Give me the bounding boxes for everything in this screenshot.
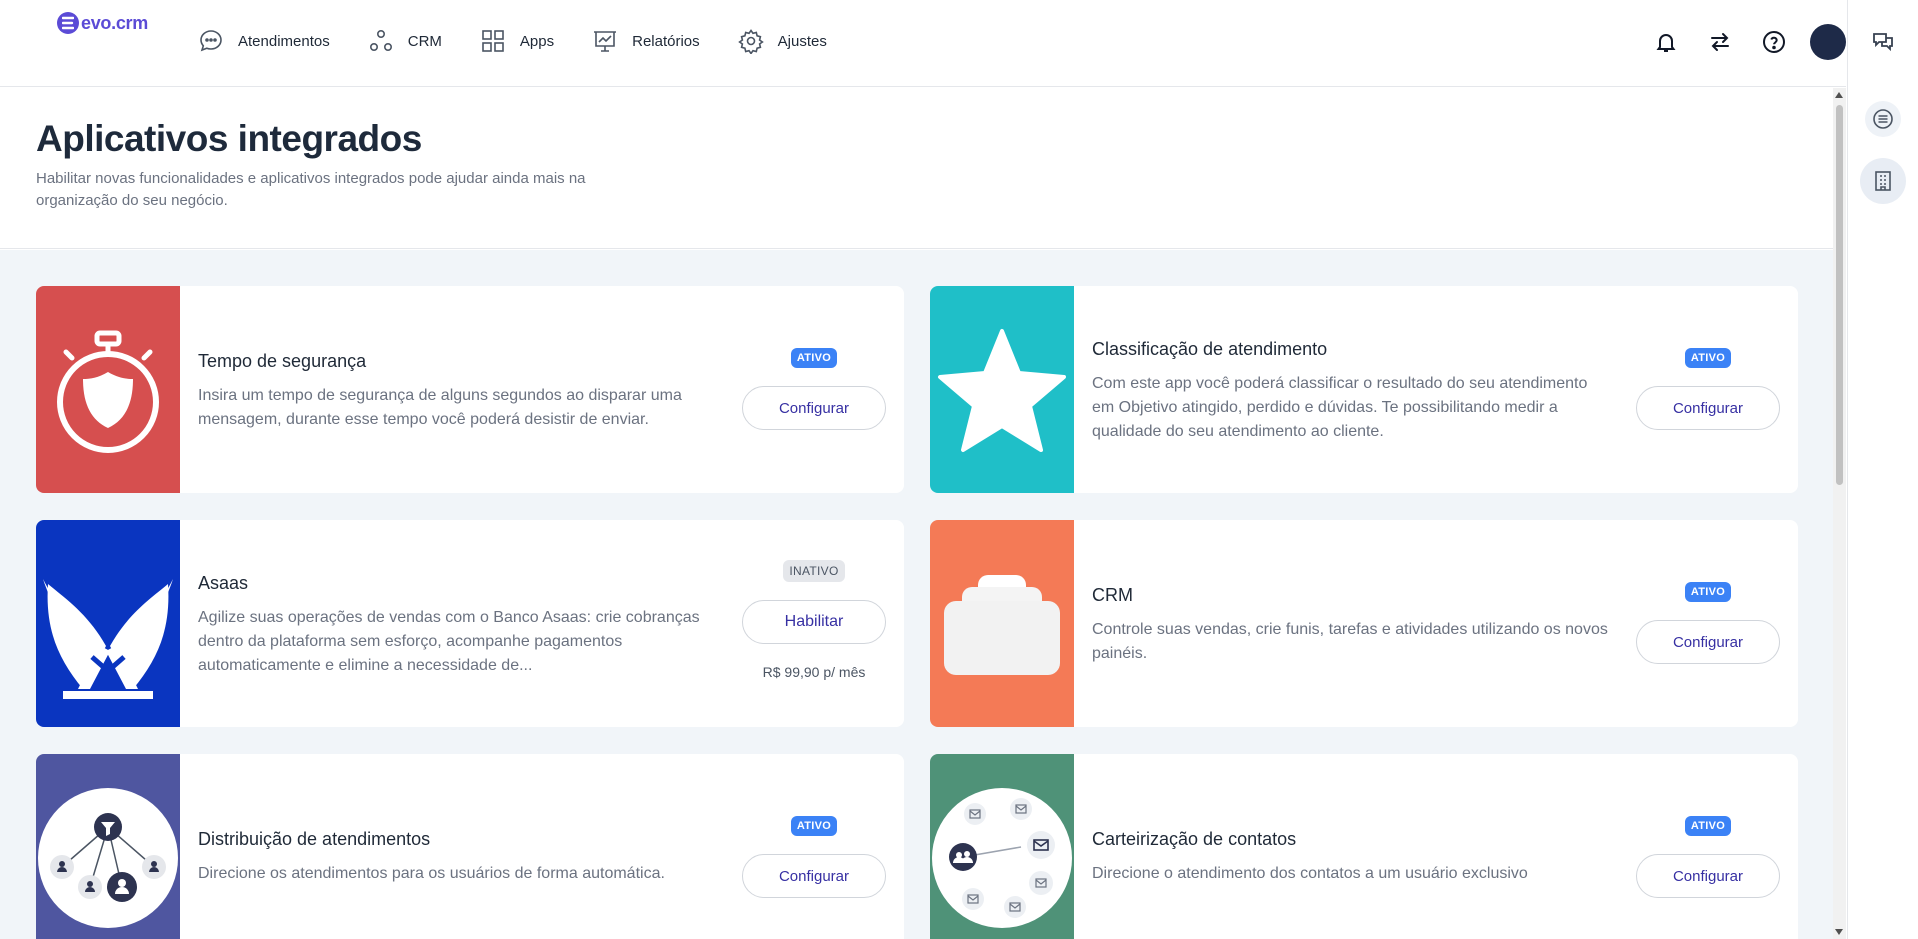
help-button[interactable] xyxy=(1756,24,1792,60)
configure-button[interactable]: Configurar xyxy=(742,386,886,430)
app-title: Tempo de segurança xyxy=(198,351,367,371)
nodes-icon xyxy=(369,29,392,52)
stopwatch-shield-icon xyxy=(57,330,159,453)
brand-name: evo.crm xyxy=(81,12,148,33)
app-title: Classificação de atendimento xyxy=(1092,339,1328,359)
app-description: Controle suas vendas, crie funis, tarefa… xyxy=(1092,621,1608,662)
gear-icon xyxy=(737,29,764,54)
app-thumbnail xyxy=(930,754,1074,939)
app-card-body: Asaas Agilize suas operações de vendas c… xyxy=(198,573,718,678)
distribution-network-icon xyxy=(38,787,178,928)
configure-button[interactable]: Configurar xyxy=(742,854,886,898)
status-badge: ATIVO xyxy=(1684,816,1732,836)
nav-item-ajustes[interactable]: Ajustes xyxy=(737,28,827,54)
nav-label: Relatórios xyxy=(632,32,700,50)
building-icon xyxy=(1875,171,1891,191)
app-card-actions: ATIVO Configurar xyxy=(1636,582,1780,664)
right-rail xyxy=(1847,0,1918,939)
app-card-body: Carteirização de contatos Direcione o at… xyxy=(1092,829,1612,886)
help-circle-icon xyxy=(1763,31,1785,53)
app-thumbnail xyxy=(930,286,1074,493)
scroll-down-arrow[interactable] xyxy=(1835,929,1843,935)
app-card-crm: CRM Controle suas vendas, crie funis, ta… xyxy=(930,520,1798,727)
enable-button[interactable]: Habilitar xyxy=(742,600,886,644)
nav-label: Atendimentos xyxy=(238,32,330,50)
configure-button[interactable]: Configurar xyxy=(1636,620,1780,664)
nav-item-apps[interactable]: Apps xyxy=(480,28,554,54)
app-card-body: Distribuição de atendimentos Direcione o… xyxy=(198,829,718,886)
page-header: Aplicativos integrados Habilitar novas f… xyxy=(0,88,1833,249)
app-description: Direcione os atendimentos para os usuári… xyxy=(198,865,665,882)
app-card-actions: ATIVO Configurar xyxy=(742,348,886,430)
avatar[interactable] xyxy=(1810,24,1846,60)
nav-label: CRM xyxy=(407,32,442,50)
app-description: Direcione o atendimento dos contatos a u… xyxy=(1092,865,1528,882)
app-thumbnail xyxy=(36,286,180,493)
configure-button[interactable]: Configurar xyxy=(1636,854,1780,898)
chat-bubbles-icon xyxy=(1873,33,1893,52)
brand-logo[interactable]: evo.crm xyxy=(57,12,148,34)
app-title: Asaas xyxy=(198,573,249,593)
status-badge: ATIVO xyxy=(1684,348,1732,368)
app-card-body: CRM Controle suas vendas, crie funis, ta… xyxy=(1092,585,1612,666)
app-thumbnail xyxy=(36,754,180,939)
app-title: CRM xyxy=(1092,585,1133,605)
app-card-classificacao-de-atendimento: Classificação de atendimento Com este ap… xyxy=(930,286,1798,493)
chat-bubble-icon xyxy=(200,30,222,52)
status-badge: ATIVO xyxy=(1684,582,1732,602)
grid-icon xyxy=(482,30,504,52)
stacked-cards-icon xyxy=(944,574,1060,675)
company-button[interactable] xyxy=(1860,158,1906,204)
menu-button[interactable] xyxy=(1865,101,1901,137)
nav-item-relatorios[interactable]: Relatórios xyxy=(592,28,700,54)
contacts-network-icon xyxy=(932,787,1072,928)
logo-mark-icon xyxy=(57,12,79,34)
app-description: Agilize suas operações de vendas com o B… xyxy=(198,609,700,674)
bell-icon xyxy=(1656,34,1676,52)
arrows-swap-icon xyxy=(1711,33,1729,51)
app-thumbnail xyxy=(36,520,180,727)
nav-item-crm[interactable]: CRM xyxy=(368,28,442,54)
nav-label: Ajustes xyxy=(777,32,827,50)
presentation-chart-icon xyxy=(594,31,617,52)
app-thumbnail xyxy=(930,520,1074,727)
app-card-actions: ATIVO Configurar xyxy=(1636,348,1780,430)
app-description: Com este app você poderá classificar o r… xyxy=(1092,375,1588,440)
status-badge: INATIVO xyxy=(783,560,845,582)
top-navigation-bar: evo.crm Atendimentos CRM Apps Relatórios… xyxy=(0,0,1846,87)
switch-account-button[interactable] xyxy=(1702,24,1738,60)
notifications-button[interactable] xyxy=(1648,24,1684,60)
top-actions xyxy=(1648,24,1846,60)
configure-button[interactable]: Configurar xyxy=(1636,386,1780,430)
conversations-panel-button[interactable] xyxy=(1865,24,1901,60)
app-card-body: Classificação de atendimento Com este ap… xyxy=(1092,339,1612,444)
content-scrollbar[interactable] xyxy=(1833,88,1846,939)
page-subtitle: Habilitar novas funcionalidades e aplica… xyxy=(36,170,586,209)
star-icon xyxy=(938,328,1066,452)
app-card-carteirizacao-de-contatos: Carteirização de contatos Direcione o at… xyxy=(930,754,1798,939)
app-price: R$ 99,90 p/ mês xyxy=(762,664,866,680)
menu-lines-icon xyxy=(1873,109,1893,129)
nav-label: Apps xyxy=(519,32,555,50)
nav-item-atendimentos[interactable]: Atendimentos xyxy=(198,28,330,54)
app-card-distribuicao-de-atendimentos: Distribuição de atendimentos Direcione o… xyxy=(36,754,904,939)
page-title: Aplicativos integrados xyxy=(36,118,422,159)
scroll-thumb[interactable] xyxy=(1836,105,1843,485)
app-title: Carteirização de contatos xyxy=(1092,829,1297,849)
app-description: Insira um tempo de segurança de alguns s… xyxy=(198,387,682,428)
status-badge: ATIVO xyxy=(790,816,838,836)
app-title: Distribuição de atendimentos xyxy=(198,829,431,849)
main-nav: Atendimentos CRM Apps Relatórios Ajustes xyxy=(198,28,865,54)
status-badge: ATIVO xyxy=(790,348,838,368)
app-card-actions: ATIVO Configurar xyxy=(1636,816,1780,898)
app-card-actions: INATIVO Habilitar R$ 99,90 p/ mês xyxy=(742,560,886,680)
app-card-tempo-de-seguranca: Tempo de segurança Insira um tempo de se… xyxy=(36,286,904,493)
wings-icon xyxy=(43,578,173,699)
app-card-body: Tempo de segurança Insira um tempo de se… xyxy=(198,351,718,432)
app-card-actions: ATIVO Configurar xyxy=(742,816,886,898)
apps-grid: Tempo de segurança Insira um tempo de se… xyxy=(0,250,1833,939)
scroll-up-arrow[interactable] xyxy=(1835,92,1843,98)
app-card-asaas: Asaas Agilize suas operações de vendas c… xyxy=(36,520,904,727)
